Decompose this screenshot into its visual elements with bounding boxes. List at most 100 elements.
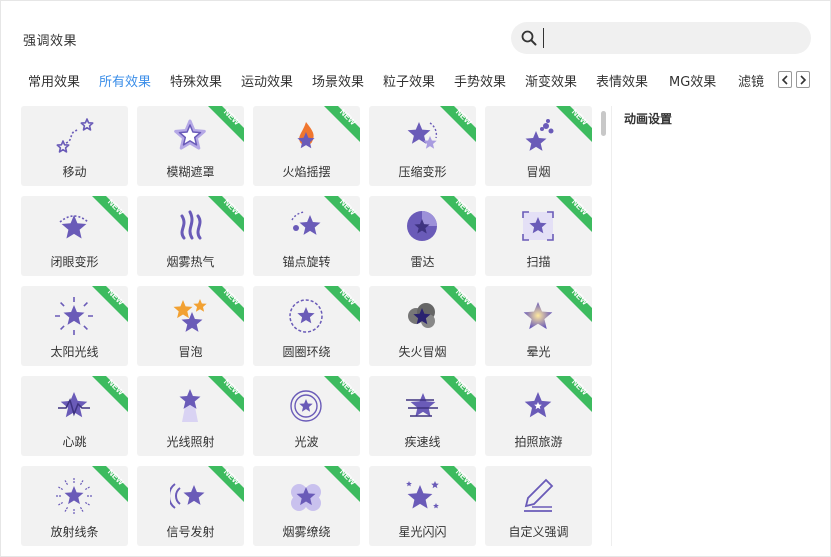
search-icon <box>521 30 537 46</box>
effect-card-18[interactable]: 疾速线 NEW <box>369 376 476 456</box>
effect-label: 拍照旅游 <box>514 435 563 449</box>
new-badge: NEW <box>208 376 244 412</box>
effect-card-11[interactable]: 冒泡 NEW <box>137 286 244 366</box>
panel-divider <box>611 106 612 546</box>
effect-label: 冒泡 <box>178 345 203 359</box>
effect-card-12[interactable]: 圆圈环绕 NEW <box>253 286 360 366</box>
tab-1[interactable]: 所有效果 <box>99 71 151 90</box>
effect-card-10[interactable]: 太阳光线 NEW <box>21 286 128 366</box>
effect-card-7[interactable]: 锚点旋转 NEW <box>253 196 360 276</box>
effect-card-1[interactable]: 模糊遮罩 NEW <box>137 106 244 186</box>
twinkle-star-icon <box>406 481 439 509</box>
tab-9[interactable]: MG效果 <box>669 71 716 90</box>
new-badge: NEW <box>208 106 244 142</box>
new-badge: NEW <box>556 376 592 412</box>
tab-next-button[interactable] <box>796 71 810 88</box>
effect-label: 移动 <box>62 165 87 179</box>
tab-3[interactable]: 运动效果 <box>241 71 293 90</box>
effect-label: 晕光 <box>526 345 551 359</box>
effect-card-3[interactable]: 压缩变形 NEW <box>369 106 476 186</box>
effect-card-24[interactable]: 自定义强调 <box>485 466 592 546</box>
effect-card-23[interactable]: 星光闪闪 NEW <box>369 466 476 546</box>
speed-lines-icon <box>406 393 438 417</box>
effect-label: 疾速线 <box>404 435 441 449</box>
sun-rays-icon <box>55 297 93 335</box>
effect-label: 雷达 <box>410 255 435 269</box>
effect-card-16[interactable]: 光线照射 NEW <box>137 376 244 456</box>
tab-10[interactable]: 滤镜 <box>738 71 764 90</box>
new-badge: NEW <box>208 286 244 322</box>
effect-card-14[interactable]: 晕光 NEW <box>485 286 592 366</box>
effect-label: 闭眼变形 <box>50 255 99 269</box>
effect-label: 信号发射 <box>166 525 215 539</box>
effect-card-21[interactable]: 信号发射 NEW <box>137 466 244 546</box>
chevron-right-icon <box>800 75 807 85</box>
grid-scrollbar[interactable] <box>601 111 606 136</box>
anchor-rotate-icon <box>291 211 321 235</box>
light-beam-icon <box>179 389 201 422</box>
radar-icon <box>407 211 437 241</box>
effects-grid: 移动 模糊遮罩 NEW 火焰摇摆 NEW 压缩变形 NEW 冒烟 NEW 闭眼变形 NEW 烟雾热气 N… <box>21 106 596 546</box>
category-tabs: 常用效果 所有效果 特殊效果 运动效果 场景效果 粒子效果 手势效果 渐变效果 表情效果 MG效果… <box>1 67 781 93</box>
effect-label: 锚点旋转 <box>282 255 331 269</box>
effect-card-19[interactable]: 拍照旅游 NEW <box>485 376 592 456</box>
tab-prev-button[interactable] <box>778 71 792 88</box>
effect-label: 烟雾热气 <box>166 255 215 269</box>
search-box[interactable] <box>511 22 811 54</box>
new-badge: NEW <box>324 466 360 502</box>
new-badge: NEW <box>208 196 244 232</box>
tab-6[interactable]: 手势效果 <box>454 71 506 90</box>
effect-card-15[interactable]: 心跳 NEW <box>21 376 128 456</box>
effect-card-4[interactable]: 冒烟 NEW <box>485 106 592 186</box>
effect-card-5[interactable]: 闭眼变形 NEW <box>21 196 128 276</box>
new-badge: NEW <box>556 196 592 232</box>
tab-5[interactable]: 粒子效果 <box>383 71 435 90</box>
glow-star-icon <box>523 302 553 330</box>
effect-card-0[interactable]: 移动 <box>21 106 128 186</box>
new-badge: NEW <box>556 286 592 322</box>
new-badge: NEW <box>324 106 360 142</box>
photo-sparkle-icon <box>524 392 552 418</box>
tab-0[interactable]: 常用效果 <box>28 71 80 90</box>
circle-surround-icon <box>289 299 323 333</box>
compress-star-icon <box>407 122 438 149</box>
tab-4[interactable]: 场景效果 <box>312 71 364 90</box>
effect-label: 失火冒烟 <box>398 345 447 359</box>
tab-8[interactable]: 表情效果 <box>596 71 648 90</box>
effect-label: 星光闪闪 <box>398 525 447 539</box>
new-badge: NEW <box>440 376 476 412</box>
smoke-star-icon <box>525 119 554 151</box>
blur-mask-star-icon <box>174 119 206 150</box>
new-badge: NEW <box>440 466 476 502</box>
tab-7[interactable]: 渐变效果 <box>525 71 577 90</box>
effect-card-20[interactable]: 放射线条 NEW <box>21 466 128 546</box>
custom-pen-icon <box>524 478 554 512</box>
dialog-title: 强调效果 <box>23 34 78 49</box>
heat-smoke-icon <box>180 210 202 240</box>
new-badge: NEW <box>440 106 476 142</box>
effect-label: 圆圈环绕 <box>282 345 331 359</box>
new-badge: NEW <box>556 106 592 142</box>
tab-2[interactable]: 特殊效果 <box>170 71 222 90</box>
move-path-icon <box>56 118 94 153</box>
search-input[interactable] <box>543 28 798 48</box>
heartbeat-star-icon <box>58 392 90 418</box>
effect-label: 心跳 <box>62 435 87 449</box>
smoke-cloud-icon <box>291 484 321 511</box>
effect-card-2[interactable]: 火焰摇摆 NEW <box>253 106 360 186</box>
new-badge: NEW <box>92 196 128 232</box>
effect-card-9[interactable]: 扫描 NEW <box>485 196 592 276</box>
signal-star-icon <box>170 483 205 509</box>
new-badge: NEW <box>92 466 128 502</box>
effect-label: 冒烟 <box>526 165 551 179</box>
new-badge: NEW <box>440 196 476 232</box>
effect-label: 太阳光线 <box>50 345 99 359</box>
new-badge: NEW <box>324 286 360 322</box>
effect-card-13[interactable]: 失火冒烟 NEW <box>369 286 476 366</box>
effects-dialog: 强调效果 常用效果 所有效果 特殊效果 运动效果 场景效果 粒子效果 手势效果 渐变效果 表情效… <box>0 0 831 557</box>
effect-card-6[interactable]: 烟雾热气 NEW <box>137 196 244 276</box>
effect-card-8[interactable]: 雷达 NEW <box>369 196 476 276</box>
effect-card-22[interactable]: 烟雾缭绕 NEW <box>253 466 360 546</box>
animation-settings-title: 动画设置 <box>624 112 673 126</box>
effect-card-17[interactable]: 光波 NEW <box>253 376 360 456</box>
